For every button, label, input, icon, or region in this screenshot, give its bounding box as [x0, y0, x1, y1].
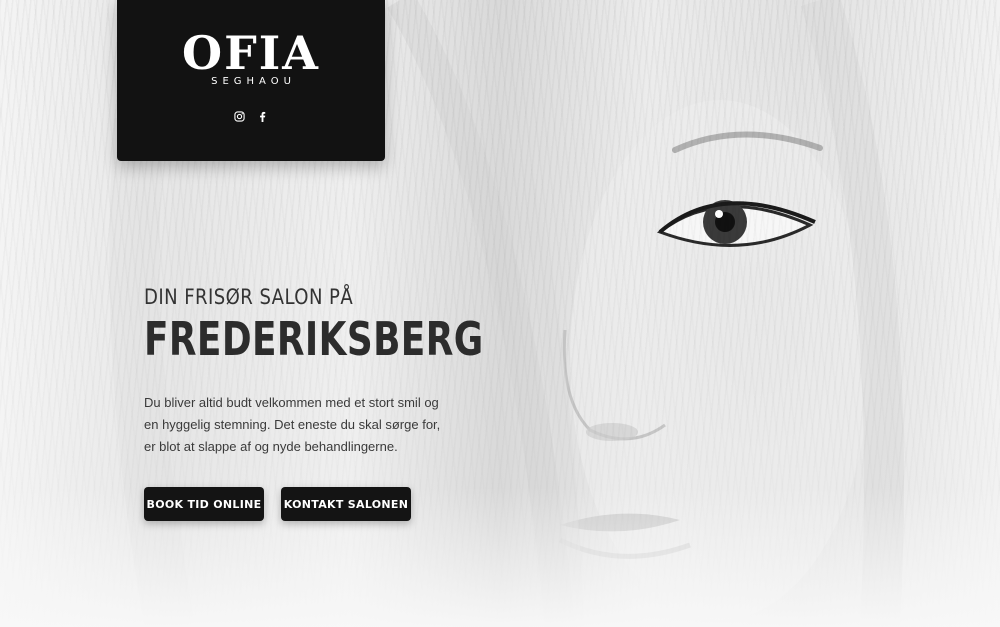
- contact-salon-button[interactable]: KONTAKT SALONEN: [281, 487, 411, 521]
- social-links: [117, 109, 385, 122]
- hero-intro: Du bliver altid budt velkommen med et st…: [144, 395, 441, 454]
- hero-kicker: DIN FRISØR SALON PÅ: [144, 285, 354, 309]
- book-online-button[interactable]: BOOK TID ONLINE: [144, 487, 264, 521]
- logo-card: OFIA SEGHAOU: [117, 0, 385, 161]
- brand-logo[interactable]: OFIA: [117, 28, 385, 78]
- facebook-icon[interactable]: [257, 109, 268, 122]
- hero-content: DIN FRISØR SALON PÅ FREDERIKSBERG Du bli…: [144, 284, 484, 458]
- hero-headline: FREDERIKSBERG: [144, 312, 484, 366]
- landing-page: OFIA SEGHAOU DIN FRISØR SALON PÅ FREDERI…: [0, 0, 1000, 627]
- brand-tagline: SEGHAOU: [211, 76, 296, 87]
- instagram-icon[interactable]: [234, 109, 245, 122]
